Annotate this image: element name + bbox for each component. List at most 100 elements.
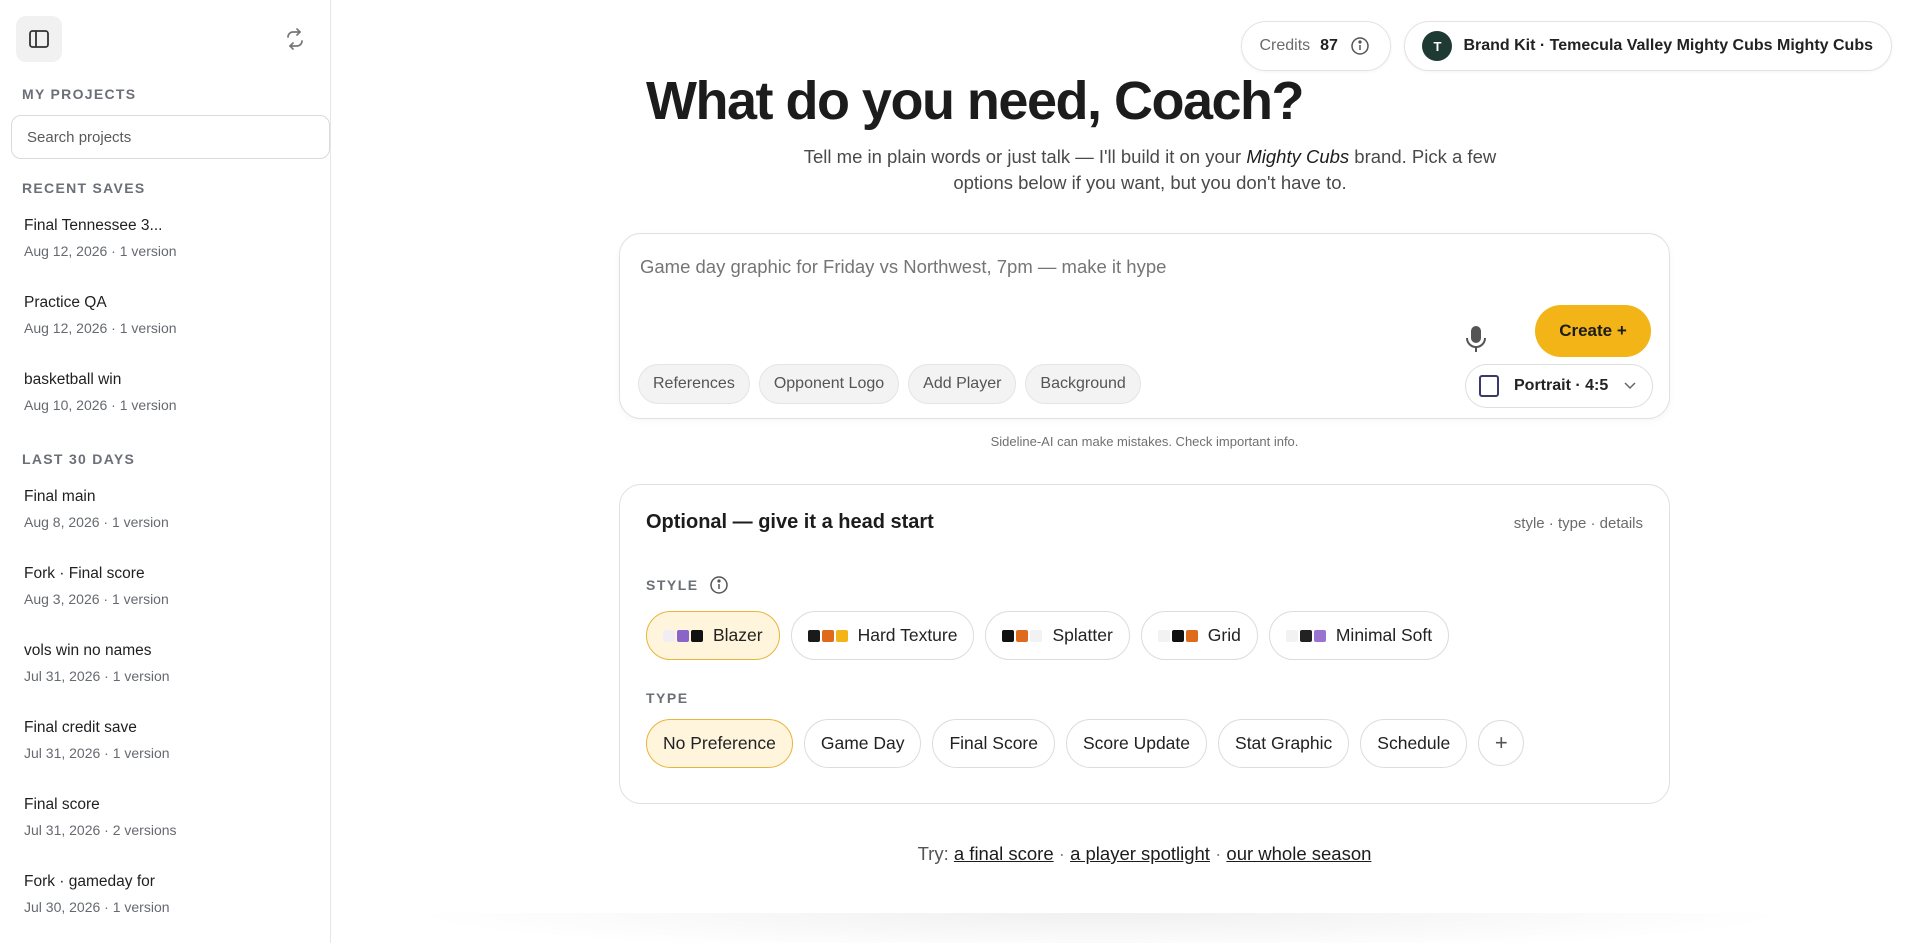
separator: · — [1215, 843, 1222, 864]
add-type-button[interactable]: + — [1478, 720, 1525, 766]
create-button[interactable]: Create + — [1535, 305, 1651, 357]
style-option-blazer[interactable]: Blazer — [646, 611, 780, 660]
color-swatches — [1285, 629, 1326, 642]
type-option-schedule[interactable]: Schedule — [1360, 719, 1468, 768]
search-projects-input[interactable] — [11, 115, 330, 159]
prompt-input[interactable] — [640, 256, 1500, 278]
project-item[interactable]: basketball win Aug 10, 2026 · 1 version — [0, 370, 330, 447]
project-meta: Aug 8, 2026 · 1 version — [24, 514, 169, 530]
brand-kit-pill[interactable]: T Brand Kit · Temecula Valley Mighty Cub… — [1404, 21, 1892, 71]
project-meta: Aug 10, 2026 · 1 version — [24, 397, 177, 413]
swatch — [1285, 629, 1298, 642]
project-meta: Jul 30, 2026 · 1 version — [24, 899, 170, 915]
main-area: Credits 87 T Brand Kit · Temecula Valley… — [331, 0, 1920, 943]
attachment-chips: References Opponent Logo Add Player Back… — [638, 364, 1141, 404]
portrait-frame-icon — [1479, 375, 1499, 397]
bottom-shadow — [401, 913, 1801, 943]
project-item[interactable]: Final score Jul 31, 2026 · 2 versions — [0, 795, 330, 872]
style-section-label: STYLE — [646, 575, 729, 595]
chevron-down-icon — [1624, 382, 1636, 390]
style-option-hard-texture[interactable]: Hard Texture — [790, 611, 975, 660]
swatch — [1299, 629, 1312, 642]
sidebar-toggle-button[interactable] — [16, 16, 62, 62]
aspect-ratio-select[interactable]: Portrait · 4:5 — [1465, 364, 1653, 408]
recent-saves-list: Final Tennessee 3... Aug 12, 2026 · 1 ve… — [0, 216, 330, 447]
swatch — [1016, 629, 1029, 642]
project-meta: Jul 31, 2026 · 1 version — [24, 668, 170, 684]
project-item[interactable]: Fork · gameday for Jul 30, 2026 · 1 vers… — [0, 872, 330, 943]
microphone-button[interactable] — [1463, 324, 1489, 354]
project-item[interactable]: Fork · Final score Aug 3, 2026 · 1 versi… — [0, 564, 330, 641]
swatch — [1185, 629, 1198, 642]
last-30-days-list: Final main Aug 8, 2026 · 1 version Fork … — [0, 487, 330, 943]
type-option-score-update[interactable]: Score Update — [1066, 719, 1208, 768]
try-link-player-spotlight[interactable]: a player spotlight — [1070, 843, 1210, 864]
project-name: Fork · gameday for — [24, 873, 155, 890]
swatch — [1313, 629, 1326, 642]
style-option-label: Splatter — [1052, 625, 1113, 645]
style-option-label: Blazer — [713, 625, 763, 645]
subtitle-text-before: Tell me in plain words or just talk — I'… — [803, 146, 1247, 167]
color-swatches — [663, 629, 703, 642]
type-option-no-preference[interactable]: No Preference — [646, 719, 793, 768]
credits-pill[interactable]: Credits 87 — [1241, 21, 1392, 71]
project-name: Practice QA — [24, 294, 107, 311]
refresh-button[interactable] — [282, 26, 308, 52]
sidebar: MY PROJECTS RECENT SAVES Final Tennessee… — [0, 0, 331, 943]
project-name: Final score — [24, 796, 100, 813]
style-options: Blazer Hard Texture Splatter Grid Minima… — [646, 611, 1450, 660]
brand-avatar: T — [1422, 31, 1453, 61]
style-option-label: Grid — [1207, 625, 1241, 645]
microphone-icon — [1466, 326, 1486, 352]
project-item[interactable]: Practice QA Aug 12, 2026 · 1 version — [0, 293, 330, 370]
subtitle-brand-name: Mighty Cubs — [1246, 146, 1350, 167]
type-option-stat-graphic[interactable]: Stat Graphic — [1218, 719, 1350, 768]
sidebar-panel-icon — [29, 30, 49, 48]
swatch — [1157, 629, 1170, 642]
project-name: basketball win — [24, 371, 122, 388]
references-chip[interactable]: References — [638, 364, 750, 404]
swatch — [1002, 629, 1015, 642]
project-item[interactable]: Final main Aug 8, 2026 · 1 version — [0, 487, 330, 564]
project-name: Final Tennessee 3... — [24, 217, 163, 234]
style-option-label: Minimal Soft — [1335, 625, 1433, 645]
swatch — [663, 629, 675, 642]
credits-value: 87 — [1320, 37, 1338, 54]
sidebar-top — [0, 0, 330, 62]
swatch — [691, 629, 703, 642]
prompt-composer: Create + References Opponent Logo Add Pl… — [619, 233, 1670, 419]
opponent-logo-chip[interactable]: Opponent Logo — [758, 364, 900, 404]
type-option-final-score[interactable]: Final Score — [932, 719, 1055, 768]
color-swatches — [1002, 629, 1043, 642]
project-item[interactable]: Final Tennessee 3... Aug 12, 2026 · 1 ve… — [0, 216, 330, 293]
style-option-splatter[interactable]: Splatter — [985, 611, 1130, 660]
type-option-game-day[interactable]: Game Day — [803, 719, 922, 768]
project-meta: Aug 12, 2026 · 1 version — [24, 243, 177, 259]
swatch — [821, 629, 834, 642]
info-icon[interactable] — [1350, 36, 1370, 56]
try-link-whole-season[interactable]: our whole season — [1226, 843, 1371, 864]
brand-kit-label: Brand Kit · Temecula Valley Mighty Cubs … — [1463, 37, 1873, 54]
style-option-minimal-soft[interactable]: Minimal Soft — [1268, 611, 1450, 660]
project-name: Fork · Final score — [24, 565, 145, 582]
swatch — [807, 629, 820, 642]
project-name: Final main — [24, 488, 96, 505]
swatch — [677, 629, 689, 642]
project-name: vols win no names — [24, 642, 152, 659]
my-projects-heading: MY PROJECTS — [22, 86, 137, 102]
project-item[interactable]: vols win no names Jul 31, 2026 · 1 versi… — [0, 641, 330, 718]
style-option-grid[interactable]: Grid — [1140, 611, 1258, 660]
try-link-final-score[interactable]: a final score — [954, 843, 1054, 864]
disclaimer-text: Sideline-AI can make mistakes. Check imp… — [990, 434, 1299, 449]
optional-title: Optional — give it a head start — [646, 511, 934, 533]
add-player-chip[interactable]: Add Player — [908, 364, 1017, 404]
type-options: No Preference Game Day Final Score Score… — [646, 719, 1525, 768]
project-item[interactable]: Final credit save Jul 31, 2026 · 1 versi… — [0, 718, 330, 795]
swatch — [1171, 629, 1184, 642]
project-meta: Jul 31, 2026 · 1 version — [24, 745, 170, 761]
project-meta: Aug 12, 2026 · 1 version — [24, 320, 177, 336]
style-option-label: Hard Texture — [857, 625, 958, 645]
background-chip[interactable]: Background — [1025, 364, 1141, 404]
info-icon[interactable] — [709, 575, 729, 595]
style-label: STYLE — [646, 577, 699, 593]
